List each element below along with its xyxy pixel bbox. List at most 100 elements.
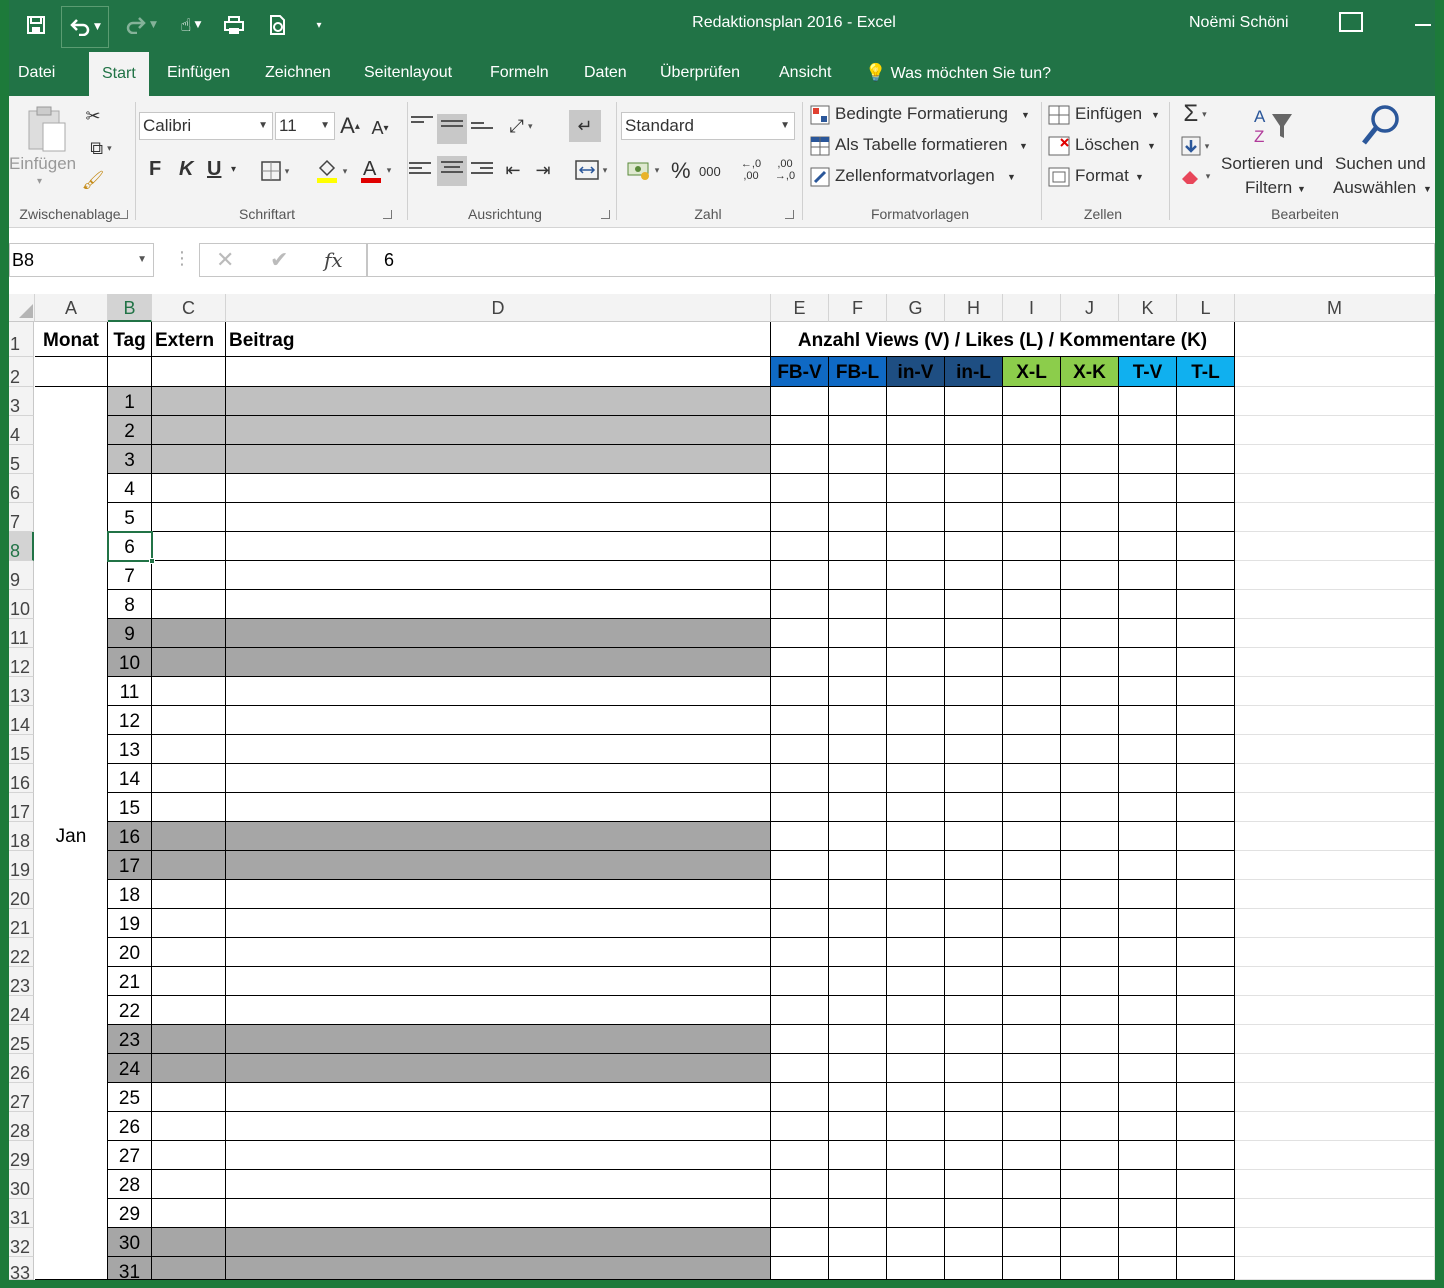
metric-cell[interactable] <box>887 938 945 967</box>
metric-cell[interactable] <box>1119 938 1177 967</box>
metric-cell[interactable] <box>1177 996 1235 1025</box>
row-header-30[interactable]: 30 <box>9 1170 34 1199</box>
metric-cell[interactable] <box>945 677 1003 706</box>
column-header-h[interactable]: H <box>945 294 1003 322</box>
metric-cell[interactable] <box>1177 1112 1235 1141</box>
row-header-24[interactable]: 24 <box>9 996 34 1025</box>
extern-cell[interactable] <box>152 416 226 445</box>
metric-cell[interactable] <box>887 1025 945 1054</box>
extern-cell[interactable] <box>152 590 226 619</box>
insert-function-button[interactable]: fx <box>324 248 343 272</box>
find-select-label-1[interactable]: Suchen und <box>1335 154 1426 174</box>
row-header-22[interactable]: 22 <box>9 938 34 967</box>
beitrag-cell[interactable] <box>226 677 771 706</box>
extern-cell[interactable] <box>152 1112 226 1141</box>
bold-button[interactable]: F <box>149 158 161 181</box>
cell-m[interactable] <box>1235 619 1435 648</box>
metric-cell[interactable] <box>945 793 1003 822</box>
cell-m[interactable] <box>1235 1141 1435 1170</box>
metric-cell[interactable] <box>1119 851 1177 880</box>
metric-cell[interactable] <box>829 619 887 648</box>
metric-cell[interactable] <box>1061 1257 1119 1280</box>
align-top-icon[interactable] <box>411 116 433 134</box>
column-header-e[interactable]: E <box>771 294 829 322</box>
align-right-icon[interactable] <box>471 162 493 180</box>
beitrag-cell[interactable] <box>226 909 771 938</box>
day-cell[interactable]: 7 <box>108 561 152 590</box>
metric-cell[interactable] <box>887 1112 945 1141</box>
metric-cell[interactable] <box>1003 851 1061 880</box>
metric-cell[interactable] <box>1119 706 1177 735</box>
row-header-15[interactable]: 15 <box>9 735 34 764</box>
row-header-1[interactable]: 1 <box>9 322 34 357</box>
cell-m1[interactable] <box>1235 322 1435 357</box>
metric-cell[interactable] <box>1003 619 1061 648</box>
beitrag-cell[interactable] <box>226 1199 771 1228</box>
metric-header-t-v[interactable]: T-V <box>1119 357 1177 387</box>
sort-filter-label-1[interactable]: Sortieren und <box>1221 154 1323 174</box>
metric-cell[interactable] <box>1061 764 1119 793</box>
extern-cell[interactable] <box>152 764 226 793</box>
row-header-3[interactable]: 3 <box>9 387 34 416</box>
worksheet-grid[interactable]: A B C D E F G H I J K L M 1 2 3 4 5 6 7 8 9 10 11 12 13 14 15 16 17 18… <box>9 294 1435 1280</box>
beitrag-cell[interactable] <box>226 938 771 967</box>
metric-cell[interactable] <box>1061 532 1119 561</box>
row-header-23[interactable]: 23 <box>9 967 34 996</box>
cell-m[interactable] <box>1235 1112 1435 1141</box>
metric-cell[interactable] <box>771 1083 829 1112</box>
metric-cell[interactable] <box>945 1054 1003 1083</box>
metric-cell[interactable] <box>829 880 887 909</box>
conditional-formatting-dropdown-icon[interactable]: ▼ <box>1021 110 1030 120</box>
cell-m[interactable] <box>1235 1054 1435 1083</box>
metric-cell[interactable] <box>771 909 829 938</box>
metric-header-in-l[interactable]: in-L <box>945 357 1003 387</box>
metric-cell[interactable] <box>1061 503 1119 532</box>
clipboard-launcher-icon[interactable] <box>119 210 128 219</box>
metric-cell[interactable] <box>771 590 829 619</box>
metric-cell[interactable] <box>887 880 945 909</box>
metric-cell[interactable] <box>771 1257 829 1280</box>
format-as-table-button[interactable]: Als Tabelle formatieren <box>835 135 1008 155</box>
metric-cell[interactable] <box>829 822 887 851</box>
metric-header-t-l[interactable]: T-L <box>1177 357 1235 387</box>
cell-m[interactable] <box>1235 1199 1435 1228</box>
beitrag-cell[interactable] <box>226 532 771 561</box>
metric-cell[interactable] <box>829 590 887 619</box>
extern-cell[interactable] <box>152 561 226 590</box>
cell-m[interactable] <box>1235 764 1435 793</box>
cell-m[interactable] <box>1235 590 1435 619</box>
underline-dropdown-icon[interactable]: ▾ <box>231 164 236 175</box>
tab-ueberpruefen[interactable]: Überprüfen <box>660 50 740 96</box>
row-header-10[interactable]: 10 <box>9 590 34 619</box>
metric-cell[interactable] <box>1061 909 1119 938</box>
metric-cell[interactable] <box>771 1228 829 1257</box>
metric-cell[interactable] <box>945 561 1003 590</box>
day-cell[interactable]: 17 <box>108 851 152 880</box>
metric-cell[interactable] <box>1119 532 1177 561</box>
metric-cell[interactable] <box>945 967 1003 996</box>
metric-cell[interactable] <box>771 706 829 735</box>
metric-cell[interactable] <box>1003 1083 1061 1112</box>
extern-cell[interactable] <box>152 1257 226 1280</box>
metric-cell[interactable] <box>829 938 887 967</box>
cancel-icon[interactable]: ✕ <box>216 248 234 273</box>
header-cell-tag[interactable]: Tag <box>108 322 152 357</box>
save-icon[interactable] <box>23 10 49 40</box>
metric-cell[interactable] <box>829 764 887 793</box>
row-header-16[interactable]: 16 <box>9 764 34 793</box>
cell-m[interactable] <box>1235 503 1435 532</box>
find-select-icon[interactable] <box>1357 102 1405 150</box>
metric-cell[interactable] <box>829 561 887 590</box>
align-bottom-icon[interactable] <box>471 122 493 140</box>
metric-cell[interactable] <box>829 1054 887 1083</box>
column-header-g[interactable]: G <box>887 294 945 322</box>
metric-cell[interactable] <box>945 764 1003 793</box>
extern-cell[interactable] <box>152 851 226 880</box>
day-cell[interactable]: 1 <box>108 387 152 416</box>
metric-cell[interactable] <box>771 387 829 416</box>
metric-cell[interactable] <box>1061 648 1119 677</box>
metric-cell[interactable] <box>887 474 945 503</box>
metric-cell[interactable] <box>945 1228 1003 1257</box>
extern-cell[interactable] <box>152 822 226 851</box>
metric-cell[interactable] <box>1177 822 1235 851</box>
